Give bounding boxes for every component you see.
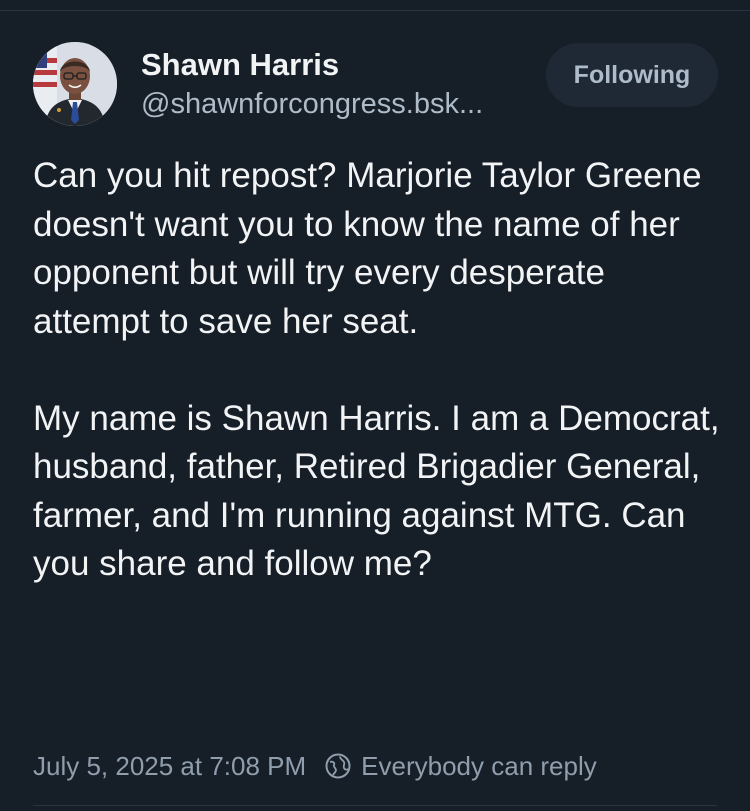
author-display-name[interactable]: Shawn Harris [141, 46, 483, 84]
bottom-divider [33, 805, 717, 806]
reply-scope-label: Everybody can reply [361, 750, 597, 781]
post-text: Can you hit repost? Marjorie Taylor Gree… [33, 152, 723, 589]
post-paragraph: My name is Shawn Harris. I am a Democrat… [33, 398, 720, 584]
reply-settings[interactable]: Everybody can reply [324, 751, 597, 782]
author-info: Shawn Harris @shawnforcongress.bsk... [141, 46, 483, 123]
post-meta: July 5, 2025 at 7:08 PM Everybody can re… [33, 748, 597, 784]
following-button[interactable]: Following [546, 43, 718, 107]
post-paragraph: Can you hit repost? Marjorie Taylor Gree… [33, 156, 702, 341]
post: Shawn Harris @shawnforcongress.bsk... Fo… [0, 0, 750, 811]
author-handle[interactable]: @shawnforcongress.bsk... [141, 85, 483, 123]
profile-photo [33, 42, 117, 126]
globe-icon [324, 752, 352, 780]
avatar[interactable] [33, 42, 117, 126]
post-timestamp[interactable]: July 5, 2025 at 7:08 PM [33, 751, 306, 782]
